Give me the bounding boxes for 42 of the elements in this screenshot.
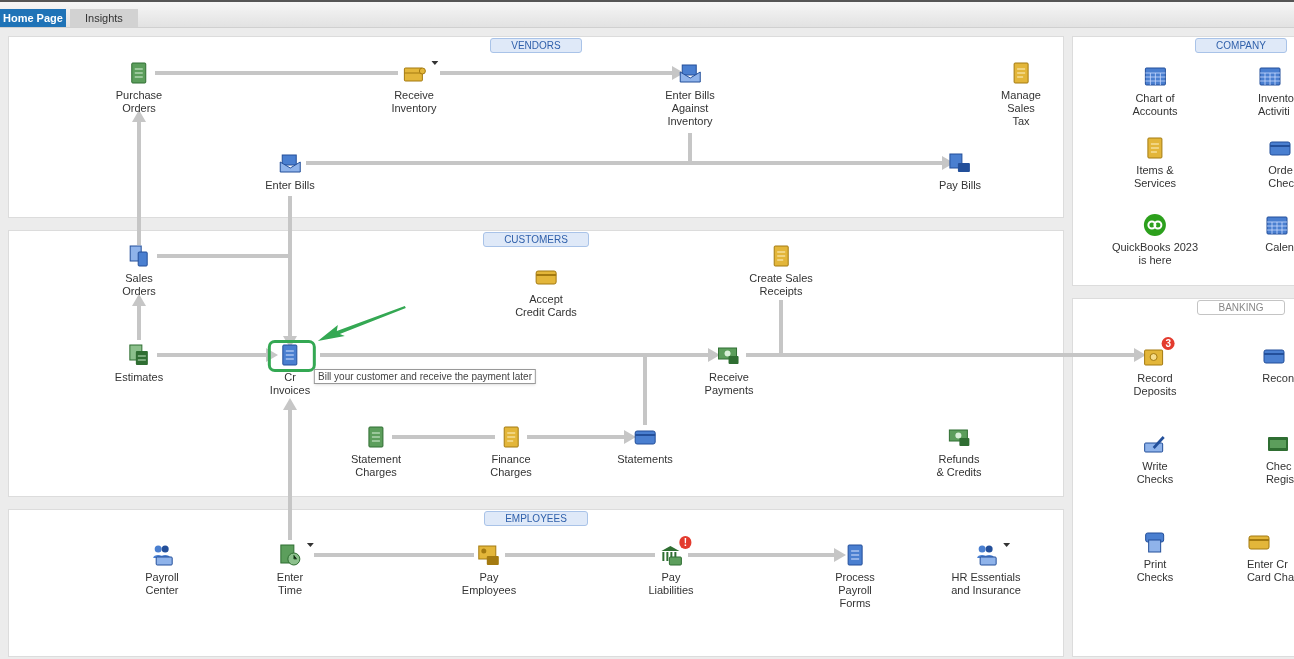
shortcut-label[interactable]: Pay Employees [461, 571, 517, 597]
shortcut-label[interactable]: Enter Bills Against Inventory [665, 89, 715, 128]
shortcut-label[interactable]: Statements [617, 453, 673, 466]
shortcut-label[interactable]: Invento Activiti [1257, 92, 1294, 118]
shortcut-label[interactable]: Receive Payments [704, 371, 754, 397]
shortcut-label[interactable]: Purchase Orders [115, 89, 163, 115]
shortcut-label[interactable]: Accept Credit Cards [515, 293, 577, 319]
shortcut-label[interactable]: QuickBooks 2023 is here [1111, 241, 1199, 267]
shortcut-label[interactable]: Sales Orders [122, 272, 156, 298]
shortcut-label[interactable]: Items & Services [1133, 164, 1177, 190]
section-title: COMPANY [1195, 38, 1287, 53]
shortcut-label[interactable]: Create Sales Receipts [749, 272, 813, 298]
section-title: VENDORS [490, 38, 582, 53]
shortcut-label[interactable]: Pay Liabilities [648, 571, 694, 597]
shortcut-label[interactable]: Process Payroll Forms [835, 571, 875, 610]
shortcut-label[interactable]: Receive Inventory [391, 89, 437, 115]
shortcut-label[interactable]: Enter Cr Card Cha [1246, 558, 1294, 584]
shortcut-label[interactable]: Print Checks [1136, 558, 1174, 584]
tooltip: Bill your customer and receive the payment later [314, 369, 536, 384]
shortcut-label[interactable]: Orde Chec [1268, 164, 1294, 190]
section-title: EMPLOYEES [484, 511, 588, 526]
shortcut-label[interactable]: Chec Regis [1265, 460, 1294, 486]
tab[interactable]: Insights [69, 9, 138, 27]
section-title: CUSTOMERS [483, 232, 589, 247]
shortcut-label[interactable]: Write Checks [1136, 460, 1174, 486]
shortcut-label[interactable]: Finance Charges [490, 453, 532, 479]
shortcut-label[interactable]: Calen [1265, 241, 1294, 254]
shortcut-label[interactable]: Chart of Accounts [1132, 92, 1178, 118]
shortcut-label[interactable]: Payroll Center [145, 571, 179, 597]
shortcut-label[interactable]: Enter Bills [265, 179, 315, 192]
shortcut-label[interactable]: Cr Invoices [269, 371, 311, 397]
shortcut-label[interactable]: Manage Sales Tax [1001, 89, 1041, 128]
section-title: BANKING [1197, 300, 1285, 315]
shortcut-label[interactable]: Estimates [114, 371, 164, 384]
tab[interactable]: Home Page [0, 9, 66, 27]
shortcut-label[interactable]: Record Deposits [1133, 372, 1177, 398]
shortcut-label[interactable]: Enter Time [276, 571, 304, 597]
shortcut-label[interactable]: HR Essentials and Insurance [951, 571, 1021, 597]
shortcut-label[interactable]: Recon [1262, 372, 1294, 385]
shortcut-label[interactable]: Pay Bills [938, 179, 982, 192]
shortcut-label[interactable]: Refunds & Credits [936, 453, 982, 479]
shortcut-label[interactable]: Statement Charges [350, 453, 402, 479]
